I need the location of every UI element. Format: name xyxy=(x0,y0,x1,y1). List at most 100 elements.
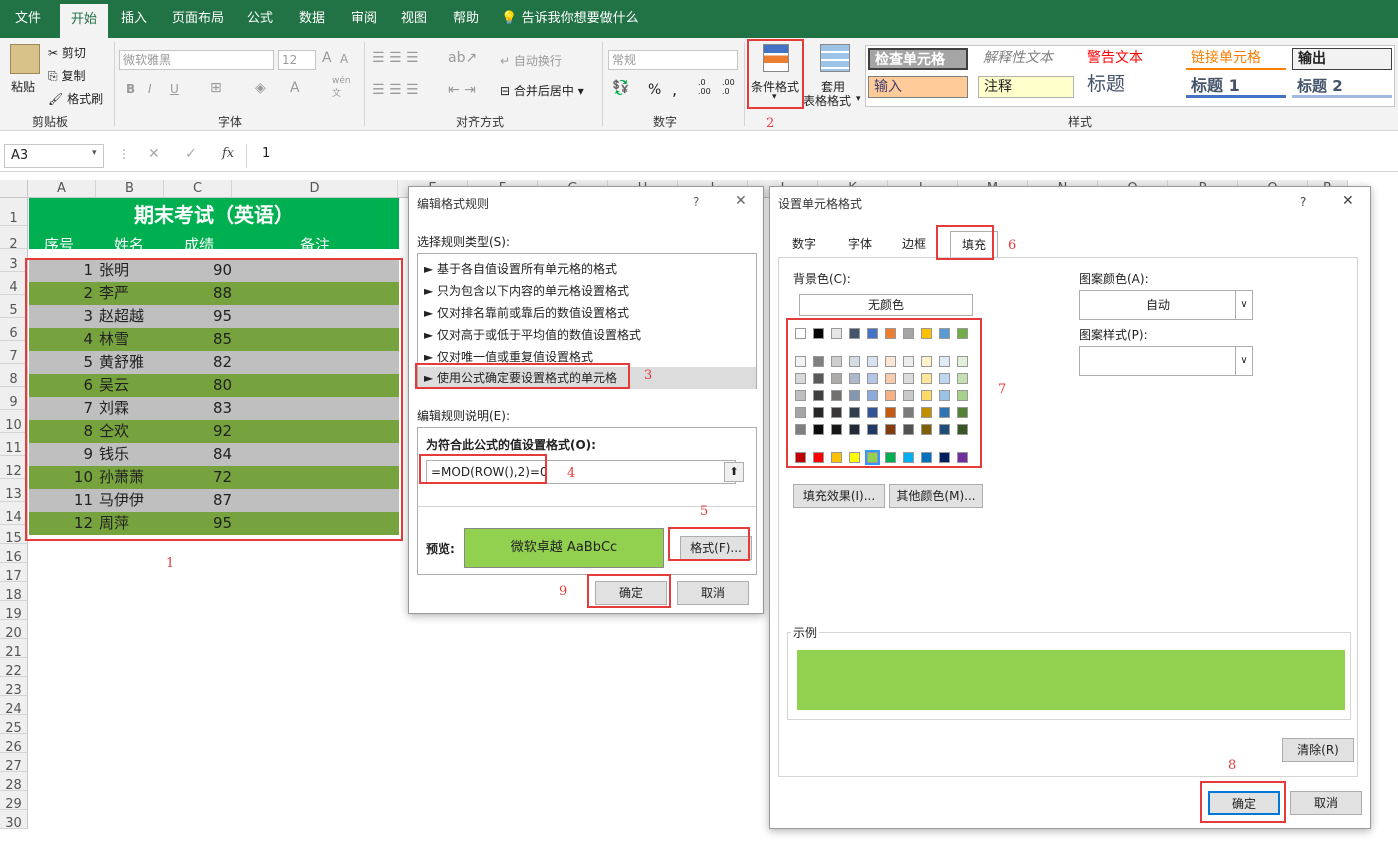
decrease-decimal-button[interactable]: .00.0 xyxy=(722,78,735,96)
fill-effects-button[interactable]: 填充效果(I)... xyxy=(793,484,885,508)
grow-font-button[interactable]: A xyxy=(322,50,332,66)
font-size-select[interactable]: 12 xyxy=(278,50,316,70)
column-header-a[interactable]: A xyxy=(28,180,96,198)
orientation-icon[interactable]: ab↗ xyxy=(448,50,477,66)
row-header-11[interactable]: 11 xyxy=(0,433,28,456)
clear-button[interactable]: 清除(R) xyxy=(1282,738,1354,762)
row-header-15[interactable]: 15 xyxy=(0,525,28,546)
cancel-button[interactable]: 取消 xyxy=(677,581,749,605)
style-heading-2[interactable]: 标题 2 xyxy=(1292,76,1392,98)
pattern-color-select[interactable]: 自动 xyxy=(1079,290,1253,320)
tab-font[interactable]: 字体 xyxy=(838,231,882,257)
row-header-8[interactable]: 8 xyxy=(0,364,28,387)
indent-icon[interactable]: ⇤ ⇥ xyxy=(448,82,476,98)
paste-icon[interactable] xyxy=(10,44,40,74)
currency-icon[interactable]: 💱 xyxy=(612,80,629,96)
comma-button[interactable]: , xyxy=(672,80,677,99)
row-header-7[interactable]: 7 xyxy=(0,341,28,364)
wrap-text-button[interactable]: ↵ 自动换行 xyxy=(500,52,562,69)
format-as-table-icon[interactable] xyxy=(820,44,850,72)
close-icon[interactable]: ✕ xyxy=(1342,193,1354,209)
menu-file[interactable]: 文件 xyxy=(4,0,52,38)
column-header-d[interactable]: D xyxy=(232,180,398,198)
style-output[interactable]: 输出 xyxy=(1292,48,1392,70)
close-icon[interactable]: ✕ xyxy=(735,193,747,209)
help-icon[interactable]: ? xyxy=(693,195,699,209)
merge-center-button[interactable]: ⊟ 合并后居中 ▾ xyxy=(500,82,584,99)
formula-input[interactable]: 1 xyxy=(262,146,270,161)
menu-view[interactable]: 视图 xyxy=(392,0,436,38)
format-painter-button[interactable]: 🖌 格式刷 xyxy=(48,90,103,107)
style-input[interactable]: 输入 xyxy=(868,76,968,98)
row-header-10[interactable]: 10 xyxy=(0,410,28,433)
list-item[interactable]: ► 基于各自值设置所有单元格的格式 xyxy=(424,258,617,280)
row-header-13[interactable]: 13 xyxy=(0,479,28,502)
row-header-17[interactable]: 17 xyxy=(0,563,28,584)
tell-me-search[interactable]: 💡 告诉我你想要做什么 xyxy=(500,0,640,38)
row-header-25[interactable]: 25 xyxy=(0,715,28,736)
row-header-9[interactable]: 9 xyxy=(0,387,28,410)
help-icon[interactable]: ? xyxy=(1300,195,1306,209)
bold-button[interactable]: B xyxy=(126,82,135,96)
font-color-icon[interactable]: A xyxy=(290,80,300,96)
function-icon[interactable]: fx xyxy=(222,146,234,161)
row-header-26[interactable]: 26 xyxy=(0,734,28,755)
tab-number[interactable]: 数字 xyxy=(782,231,826,257)
row-header-5[interactable]: 5 xyxy=(0,295,28,318)
list-item[interactable]: ► 仅对高于或低于平均值的数值设置格式 xyxy=(424,324,641,346)
format-as-table-label-2[interactable]: 表格格式 xyxy=(803,92,851,109)
row-header-3[interactable]: 3 xyxy=(0,249,28,272)
confirm-icon[interactable]: ✓ xyxy=(185,146,197,162)
row-header-2[interactable]: 2 xyxy=(0,226,28,252)
font-family-select[interactable]: 微软雅黑 xyxy=(119,50,274,70)
underline-button[interactable]: U xyxy=(170,82,179,96)
row-header-29[interactable]: 29 xyxy=(0,791,28,812)
increase-decimal-button[interactable]: .0.00 xyxy=(698,78,711,96)
row-header-12[interactable]: 12 xyxy=(0,456,28,479)
style-warning[interactable]: 警告文本 xyxy=(1082,48,1182,70)
italic-button[interactable]: I xyxy=(148,82,152,96)
row-header-30[interactable]: 30 xyxy=(0,810,28,831)
paste-button[interactable]: 粘贴 xyxy=(11,78,35,95)
cancel-button[interactable]: 取消 xyxy=(1290,791,1362,815)
row-header-18[interactable]: 18 xyxy=(0,582,28,603)
percent-button[interactable]: % xyxy=(648,82,661,98)
select-all-corner[interactable] xyxy=(0,180,28,198)
copy-button[interactable]: ⎘ 复制 xyxy=(48,67,85,84)
number-format-select[interactable]: 常规 xyxy=(608,50,738,70)
style-title[interactable]: 标题 xyxy=(1082,74,1182,96)
name-box[interactable]: A3 xyxy=(4,144,104,168)
cut-button[interactable]: ✂ 剪切 xyxy=(48,44,86,61)
more-colors-button[interactable]: 其他颜色(M)... xyxy=(889,484,983,508)
cancel-icon[interactable]: ✕ xyxy=(148,146,160,162)
border-icon[interactable]: ⊞ xyxy=(210,80,222,96)
style-check-cell[interactable]: 检查单元格 xyxy=(868,48,968,70)
row-header-19[interactable]: 19 xyxy=(0,601,28,622)
column-header-c[interactable]: C xyxy=(164,180,232,198)
row-header-1[interactable]: 1 xyxy=(0,198,28,226)
align-left-icon[interactable]: ☰ ☰ ☰ xyxy=(372,82,419,98)
menu-insert[interactable]: 插入 xyxy=(112,0,156,38)
row-header-22[interactable]: 22 xyxy=(0,658,28,679)
style-linked-cell[interactable]: 链接单元格 xyxy=(1186,48,1286,70)
row-header-24[interactable]: 24 xyxy=(0,696,28,717)
row-header-28[interactable]: 28 xyxy=(0,772,28,793)
row-header-20[interactable]: 20 xyxy=(0,620,28,641)
column-header-b[interactable]: B xyxy=(96,180,164,198)
row-header-27[interactable]: 27 xyxy=(0,753,28,774)
list-item[interactable]: ► 仅对排名靠前或靠后的数值设置格式 xyxy=(424,302,629,324)
align-top-icon[interactable]: ☰ ☰ ☰ xyxy=(372,50,419,66)
menu-page-layout[interactable]: 页面布局 xyxy=(164,0,232,38)
menu-home[interactable]: 开始 xyxy=(60,4,108,38)
menu-formulas[interactable]: 公式 xyxy=(240,0,280,38)
shrink-font-button[interactable]: A xyxy=(340,52,348,66)
tab-border[interactable]: 边框 xyxy=(892,231,936,257)
collapse-range-icon[interactable]: ⬆ xyxy=(724,462,744,482)
list-item[interactable]: ► 只为包含以下内容的单元格设置格式 xyxy=(424,280,629,302)
style-explanatory[interactable]: 解释性文本 xyxy=(978,48,1078,70)
menu-help[interactable]: 帮助 xyxy=(444,0,488,38)
row-header-23[interactable]: 23 xyxy=(0,677,28,698)
row-header-4[interactable]: 4 xyxy=(0,272,28,295)
row-header-21[interactable]: 21 xyxy=(0,639,28,660)
no-color-button[interactable]: 无颜色 xyxy=(799,294,973,316)
